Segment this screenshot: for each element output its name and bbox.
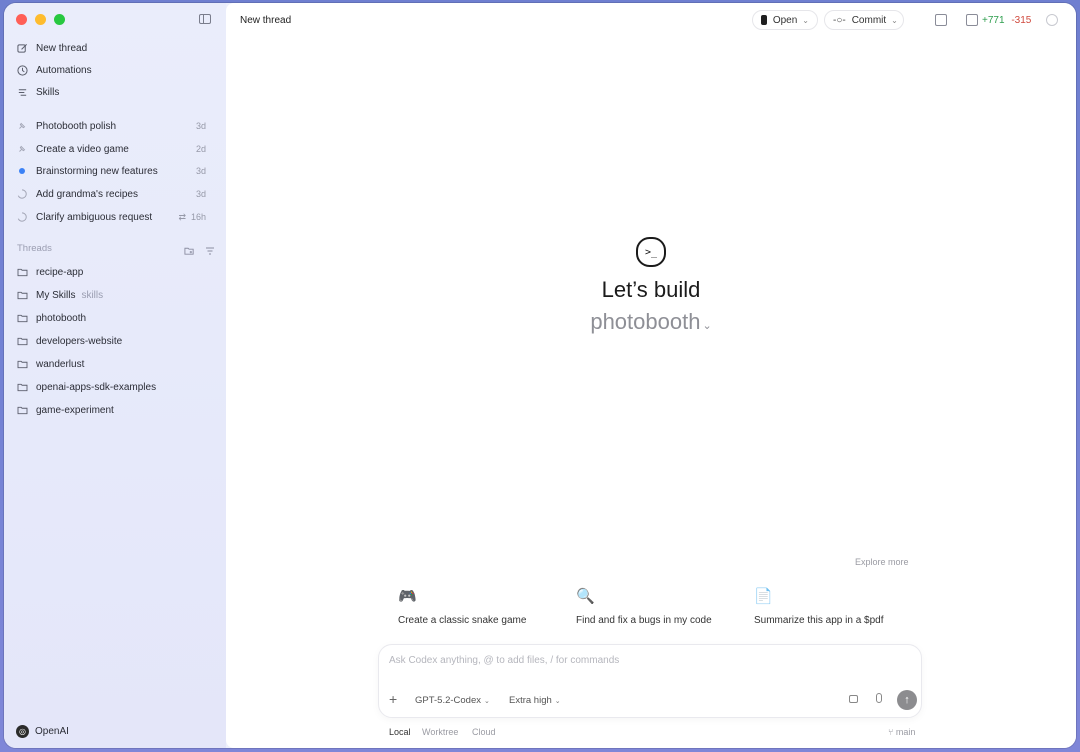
spinner-icon	[16, 211, 28, 223]
thread-item[interactable]: Add grandma's recipes 3d	[16, 184, 216, 204]
main-panel: New thread Open ⌄ -○- Commit ⌄ +771 -315…	[226, 3, 1076, 748]
filter-icon[interactable]	[205, 243, 215, 261]
tab-local[interactable]: Local	[389, 727, 411, 737]
branch-icon: ⑂	[888, 727, 896, 737]
sidebar-item-automations[interactable]: Automations	[16, 60, 216, 80]
gamepad-icon: 🎮	[398, 588, 417, 605]
sidebar-toggle-icon[interactable]	[199, 14, 211, 24]
folder-icon	[16, 335, 28, 347]
chevron-down-icon: ⌄	[554, 698, 561, 705]
app-icon	[761, 15, 767, 25]
folder-item[interactable]: photobooth	[16, 308, 216, 328]
folder-item[interactable]: My Skills skills	[16, 285, 216, 305]
prompt-input[interactable]	[389, 655, 909, 666]
compose-icon	[16, 42, 28, 54]
unread-dot-icon	[16, 165, 28, 177]
sidebar-item-new-thread[interactable]: New thread	[16, 38, 216, 58]
chevron-down-icon: ⌄	[802, 15, 809, 25]
terminal-icon[interactable]	[935, 14, 947, 26]
threads-section-label: Threads	[17, 243, 52, 254]
threads-section-actions	[184, 243, 215, 261]
hero-title: Let’s build	[601, 277, 701, 302]
folder-item[interactable]: game-experiment	[16, 400, 216, 420]
folder-item[interactable]: wanderlust	[16, 354, 216, 374]
folder-icon	[16, 312, 28, 324]
new-folder-icon[interactable]	[184, 243, 195, 261]
thread-item[interactable]: Create a video game 2d	[16, 139, 216, 159]
composer: + GPT-5.2-Codex⌄ Extra high⌄ ↑	[378, 644, 922, 718]
thread-item[interactable]: Photobooth polish 3d	[16, 116, 216, 136]
add-attachment-icon[interactable]: +	[389, 691, 397, 707]
sync-icon[interactable]	[1046, 14, 1058, 26]
openai-logo-icon: ◎	[16, 725, 29, 738]
sidebar: New thread Automations Skills Photobooth…	[4, 3, 226, 748]
chevron-down-icon: ⌄	[702, 320, 712, 332]
topbar: New thread Open ⌄ -○- Commit ⌄ +771 -315	[226, 3, 1076, 37]
commit-button[interactable]: -○- Commit ⌄	[824, 10, 904, 30]
folder-icon	[16, 266, 28, 278]
skills-icon	[16, 86, 28, 98]
codex-logo-icon: >_	[636, 237, 666, 267]
account-button[interactable]: ◎ OpenAI	[16, 725, 69, 738]
pin-icon	[16, 120, 28, 132]
effort-selector[interactable]: Extra high ⌄	[509, 695, 561, 706]
folder-item[interactable]: openai-apps-sdk-examples	[16, 377, 216, 397]
diff-icon[interactable]	[966, 14, 978, 26]
folder-icon	[16, 381, 28, 393]
open-button[interactable]: Open ⌄	[752, 10, 818, 30]
hero: >_ Let’s build photobooth ⌄	[226, 237, 1076, 335]
window-controls	[16, 14, 65, 25]
suggestion-card[interactable]: 🎮 Create a classic snake game	[398, 587, 568, 626]
pin-icon	[16, 143, 28, 155]
app-window: New thread Automations Skills Photobooth…	[4, 3, 1076, 748]
send-button[interactable]: ↑	[897, 690, 917, 710]
spinner-icon	[16, 188, 28, 200]
thread-title: New thread	[240, 15, 292, 26]
suggestion-card[interactable]: 📄 Summarize this app in a $pdf	[754, 587, 924, 626]
sidebar-item-skills[interactable]: Skills	[16, 82, 216, 102]
commit-icon: -○-	[833, 14, 846, 26]
clock-icon	[16, 64, 28, 76]
thread-item[interactable]: Brainstorming new features 3d	[16, 161, 216, 181]
project-selector[interactable]: photobooth ⌄	[226, 309, 1076, 335]
folder-icon	[16, 358, 28, 370]
folder-item[interactable]: developers-website	[16, 331, 216, 351]
close-window-button[interactable]	[16, 14, 27, 25]
tab-cloud[interactable]: Cloud	[472, 727, 496, 737]
microphone-icon[interactable]	[876, 693, 882, 703]
lock-icon[interactable]	[849, 695, 858, 703]
fork-icon: ⇄	[178, 211, 186, 222]
zoom-window-button[interactable]	[54, 14, 65, 25]
suggestion-card[interactable]: 🔍 Find and fix a bugs in my code	[576, 587, 746, 626]
chevron-down-icon: ⌄	[484, 698, 490, 705]
branch-selector[interactable]: ⑂ main	[888, 727, 915, 737]
minimize-window-button[interactable]	[35, 14, 46, 25]
tab-worktree[interactable]: Worktree	[422, 727, 458, 737]
magnifier-icon: 🔍	[576, 588, 595, 605]
thread-item[interactable]: Clarify ambiguous request ⇄ 16h	[16, 207, 216, 227]
explore-more-link[interactable]: Explore more	[855, 557, 909, 567]
chevron-down-icon: ⌄	[891, 15, 898, 25]
model-selector[interactable]: GPT-5.2-Codex ⌄	[415, 695, 490, 706]
folder-icon	[16, 404, 28, 416]
document-icon: 📄	[754, 588, 773, 605]
folder-item[interactable]: recipe-app	[16, 262, 216, 282]
diff-stat: +771 -315	[982, 15, 1032, 26]
folder-icon	[16, 289, 28, 301]
